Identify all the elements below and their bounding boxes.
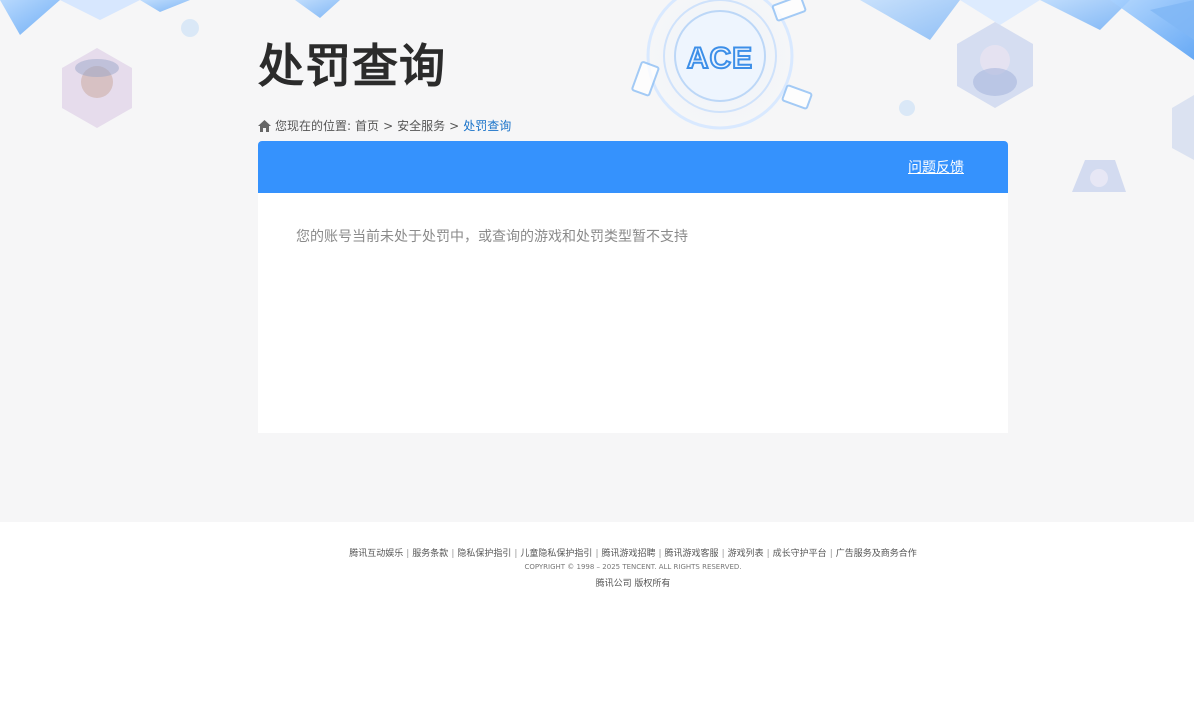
breadcrumb-current: 处罚查询 bbox=[463, 119, 512, 133]
footer-link-careers[interactable]: 腾讯游戏招聘 bbox=[601, 549, 655, 559]
result-card: 问题反馈 您的账号当前未处于处罚中，或查询的游戏和处罚类型暂不支持 bbox=[258, 141, 1008, 433]
footer-link-parental-guard[interactable]: 成长守护平台 bbox=[773, 549, 827, 559]
ace-logo: ACE bbox=[687, 42, 753, 75]
breadcrumb-prefix: 您现在的位置: bbox=[275, 119, 352, 133]
footer-link-tencent-games[interactable]: 腾讯互动娱乐 bbox=[349, 549, 403, 559]
footer-link-terms[interactable]: 服务条款 bbox=[412, 549, 448, 559]
footer: 腾讯互动娱乐 | 服务条款 | 隐私保护指引 | 儿童隐私保护指引 | 腾讯游戏招聘 | 腾讯游戏客… bbox=[0, 522, 1194, 713]
breadcrumb-home-link[interactable]: 首页 bbox=[355, 117, 379, 134]
footer-link-privacy[interactable]: 隐私保护指引 bbox=[457, 549, 511, 559]
home-icon bbox=[258, 119, 271, 132]
result-message: 您的账号当前未处于处罚中，或查询的游戏和处罚类型暂不支持 bbox=[296, 229, 688, 245]
copyright-text: COPYRIGHT © 1998 – 2025 TENCENT. ALL RIG… bbox=[524, 563, 742, 571]
card-header: 问题反馈 bbox=[258, 141, 1008, 193]
footer-link-support[interactable]: 腾讯游戏客服 bbox=[665, 549, 719, 559]
footer-link-game-list[interactable]: 游戏列表 bbox=[728, 549, 764, 559]
breadcrumb-separator: > bbox=[449, 118, 460, 133]
footer-link-child-privacy[interactable]: 儿童隐私保护指引 bbox=[520, 549, 592, 559]
company-text: 腾讯公司 版权所有 bbox=[595, 579, 671, 589]
footer-link-ads-business[interactable]: 广告服务及商务合作 bbox=[836, 549, 917, 559]
breadcrumb-separator: > bbox=[383, 118, 394, 133]
breadcrumb-security-link[interactable]: 安全服务 bbox=[397, 117, 445, 134]
breadcrumb: 您现在的位置: 首页 > 安全服务 > 处罚查询 bbox=[258, 117, 511, 134]
footer-links: 腾讯互动娱乐 | 服务条款 | 隐私保护指引 | 儿童隐私保护指引 | 腾讯游戏招聘 | 腾讯游戏客… bbox=[349, 549, 917, 559]
page-title: 处罚查询 bbox=[258, 39, 446, 93]
feedback-link[interactable]: 问题反馈 bbox=[908, 157, 964, 177]
